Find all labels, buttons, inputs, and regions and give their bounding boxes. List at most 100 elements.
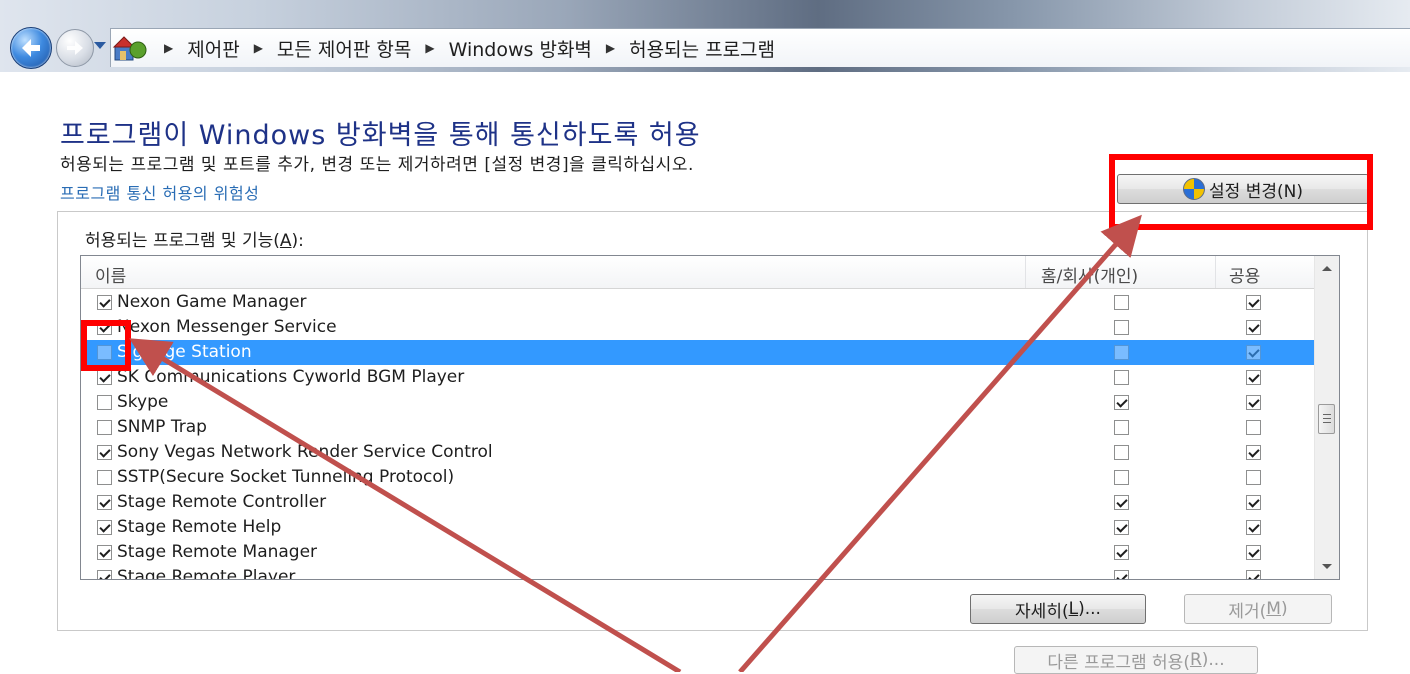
enable-checkbox[interactable] <box>97 320 112 335</box>
table-row[interactable]: Nexon Messenger Service <box>81 315 1315 340</box>
breadcrumb: ▶ 제어판 ▶ 모든 제어판 항목 ▶ Windows 방화벽 ▶ 허용되는 프… <box>150 30 775 66</box>
enable-checkbox[interactable] <box>97 295 112 310</box>
program-name: Sony Vegas Network Render Service Contro… <box>117 442 493 462</box>
program-name: Signage Station <box>117 342 252 362</box>
grip-line <box>1323 422 1331 423</box>
public-checkbox[interactable] <box>1246 395 1261 410</box>
enable-checkbox[interactable] <box>97 420 112 435</box>
breadcrumb-windows-firewall[interactable]: Windows 방화벽 <box>449 35 592 62</box>
enable-checkbox[interactable] <box>97 520 112 535</box>
remove-accelerator: M <box>1266 599 1281 619</box>
program-name: Nexon Messenger Service <box>117 317 337 337</box>
table-row[interactable]: SSTP(Secure Socket Tunneling Protocol) <box>81 465 1315 490</box>
list-scrollbar[interactable] <box>1314 256 1339 579</box>
scroll-up-arrow-icon[interactable] <box>1322 266 1332 271</box>
program-name: Stage Remote Manager <box>117 542 318 562</box>
program-name: SSTP(Secure Socket Tunneling Protocol) <box>117 467 455 487</box>
breadcrumb-all-items[interactable]: 모든 제어판 항목 <box>277 35 411 62</box>
enable-checkbox[interactable] <box>97 470 112 485</box>
forward-arrow-icon[interactable] <box>56 29 94 67</box>
home-work-checkbox[interactable] <box>1114 445 1129 460</box>
home-work-checkbox[interactable] <box>1114 320 1129 335</box>
home-work-checkbox[interactable] <box>1114 495 1129 510</box>
home-work-checkbox[interactable] <box>1114 570 1129 579</box>
table-row[interactable]: Stage Remote Help <box>81 515 1315 540</box>
enable-checkbox[interactable] <box>97 495 112 510</box>
risk-link[interactable]: 프로그램 통신 허용의 위험성 <box>60 180 259 204</box>
public-checkbox[interactable] <box>1246 420 1261 435</box>
program-name: Stage Remote Controller <box>117 492 327 512</box>
public-checkbox[interactable] <box>1246 520 1261 535</box>
public-checkbox[interactable] <box>1246 295 1261 310</box>
allow-other-accelerator: R <box>1189 650 1202 670</box>
allow-other-suffix: )... <box>1201 650 1225 670</box>
remove-label: 제거( <box>1228 601 1267 622</box>
enable-checkbox[interactable] <box>97 570 112 579</box>
scroll-down-arrow-icon[interactable] <box>1322 564 1332 569</box>
control-panel-icon[interactable] <box>112 32 148 62</box>
home-work-checkbox[interactable] <box>1114 370 1129 385</box>
enable-checkbox[interactable] <box>97 545 112 560</box>
column-divider[interactable] <box>1025 256 1026 288</box>
column-header-home-work[interactable]: 홈/회사(개인) <box>1041 262 1138 287</box>
public-checkbox[interactable] <box>1246 320 1261 335</box>
grip-line <box>1323 418 1331 419</box>
enable-checkbox[interactable] <box>97 445 112 460</box>
enable-checkbox[interactable] <box>97 345 112 360</box>
home-work-checkbox[interactable] <box>1114 295 1129 310</box>
home-work-checkbox[interactable] <box>1114 345 1129 360</box>
details-button[interactable]: 자세히(L)... <box>970 594 1146 624</box>
change-settings-button[interactable]: 설정 변경(N) <box>1117 174 1369 204</box>
column-header-public[interactable]: 공용 <box>1229 262 1260 287</box>
table-row[interactable]: Nexon Game Manager <box>81 290 1315 315</box>
group-label-suffix: ): <box>291 231 304 251</box>
table-row[interactable]: SNMP Trap <box>81 415 1315 440</box>
public-checkbox[interactable] <box>1246 470 1261 485</box>
public-checkbox[interactable] <box>1246 545 1261 560</box>
table-row[interactable]: SK Communications Cyworld BGM Player <box>81 365 1315 390</box>
allow-other-label: 다른 프로그램 허용( <box>1047 652 1190 673</box>
home-work-checkbox[interactable] <box>1114 420 1129 435</box>
public-checkbox[interactable] <box>1246 570 1261 579</box>
list-header: 이름 홈/회사(개인) 공용 <box>81 256 1315 289</box>
remove-suffix: ) <box>1280 599 1288 619</box>
table-row[interactable]: Skype <box>81 390 1315 415</box>
details-suffix: )... <box>1078 599 1101 619</box>
table-row[interactable]: Stage Remote Manager <box>81 540 1315 565</box>
home-work-checkbox[interactable] <box>1114 520 1129 535</box>
enable-checkbox[interactable] <box>97 395 112 410</box>
program-name: Nexon Game Manager <box>117 292 307 312</box>
details-label: 자세히( <box>1015 601 1069 622</box>
recent-pages-dropdown[interactable] <box>94 42 106 49</box>
enable-checkbox[interactable] <box>97 370 112 385</box>
grip-line <box>1323 414 1331 415</box>
breadcrumb-separator-icon[interactable]: ▶ <box>164 41 173 55</box>
home-work-checkbox[interactable] <box>1114 395 1129 410</box>
back-arrow-icon[interactable] <box>10 27 52 69</box>
remove-button[interactable]: 제거(M) <box>1184 594 1332 624</box>
change-settings-label: 설정 변경(N) <box>1209 181 1303 202</box>
table-row[interactable]: Signage Station <box>81 340 1315 365</box>
public-checkbox[interactable] <box>1246 495 1261 510</box>
allow-another-program-button[interactable]: 다른 프로그램 허용(R)... <box>1014 646 1258 674</box>
table-row[interactable]: Sony Vegas Network Render Service Contro… <box>81 440 1315 465</box>
table-row[interactable]: Stage Remote Player <box>81 565 1315 579</box>
public-checkbox[interactable] <box>1246 370 1261 385</box>
column-divider[interactable] <box>1215 256 1216 288</box>
breadcrumb-control-panel[interactable]: 제어판 <box>187 35 239 62</box>
breadcrumb-separator-icon[interactable]: ▶ <box>425 41 434 55</box>
table-row[interactable]: Stage Remote Controller <box>81 490 1315 515</box>
public-checkbox[interactable] <box>1246 345 1261 360</box>
public-checkbox[interactable] <box>1246 445 1261 460</box>
breadcrumb-separator-icon[interactable]: ▶ <box>254 41 263 55</box>
home-work-checkbox[interactable] <box>1114 470 1129 485</box>
breadcrumb-allowed-programs[interactable]: 허용되는 프로그램 <box>629 35 775 62</box>
program-name: Skype <box>117 392 169 412</box>
programs-list[interactable]: 이름 홈/회사(개인) 공용 Nexon Game Manager Nexon M… <box>80 255 1340 580</box>
breadcrumb-separator-icon[interactable]: ▶ <box>606 41 615 55</box>
scrollbar-thumb[interactable] <box>1318 404 1335 434</box>
program-name: SK Communications Cyworld BGM Player <box>117 367 465 387</box>
home-work-checkbox[interactable] <box>1114 545 1129 560</box>
column-header-name[interactable]: 이름 <box>95 262 126 287</box>
group-label: 허용되는 프로그램 및 기능(A): <box>85 226 304 251</box>
